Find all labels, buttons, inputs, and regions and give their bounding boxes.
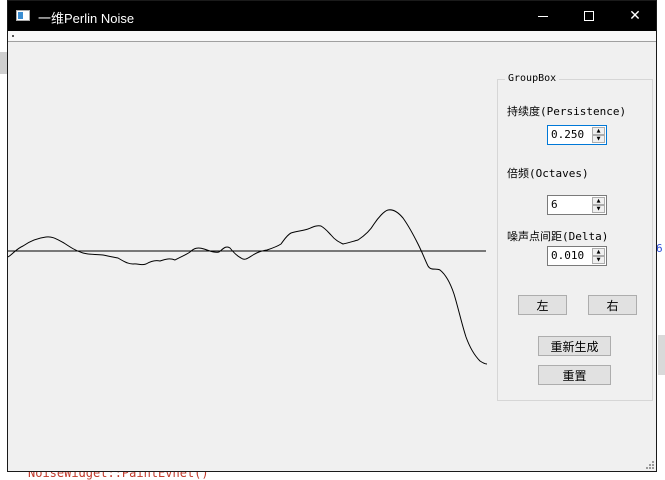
maximize-icon [584,11,594,21]
spin-up-icon[interactable]: ▲ [592,127,605,135]
perlin-noise-window: 一维Perlin Noise ✕ GroupBox 持续度(Persistenc… [7,0,657,472]
octaves-spinbox[interactable]: 6 ▲ ▼ [547,195,607,215]
delta-spinbox[interactable]: 0.010 ▲ ▼ [547,246,607,266]
close-button[interactable]: ✕ [612,1,658,31]
noise-canvas [8,42,496,472]
persistence-value[interactable]: 0.250 [551,128,584,141]
spin-up-icon[interactable]: ▲ [592,248,605,256]
delta-value[interactable]: 0.010 [551,249,584,262]
toolbar-handle [12,35,14,37]
background-window-edge [658,335,665,375]
right-button[interactable]: 右 [588,295,637,315]
minimize-button[interactable] [520,1,566,31]
regenerate-button[interactable]: 重新生成 [538,336,611,356]
left-button[interactable]: 左 [518,295,567,315]
spin-up-icon[interactable]: ▲ [592,197,605,205]
window-title: 一维Perlin Noise [38,11,135,26]
size-grip-icon[interactable] [646,461,654,469]
noise-plot [8,209,488,365]
spin-down-icon[interactable]: ▼ [592,135,605,143]
persistence-spinbox[interactable]: 0.250 ▲ ▼ [547,125,607,145]
spin-down-icon[interactable]: ▼ [592,205,605,213]
reset-button[interactable]: 重置 [538,365,611,385]
persistence-label: 持续度(Persistence) [507,105,627,118]
delta-label: 噪声点间距(Delta) [507,230,609,243]
maximize-button[interactable] [566,1,612,31]
spin-down-icon[interactable]: ▼ [592,256,605,264]
app-icon [16,10,30,21]
noise-curve [8,209,488,365]
octaves-label: 倍频(Octaves) [507,167,589,180]
groupbox-title: GroupBox [505,73,560,84]
close-icon: ✕ [629,8,641,24]
octaves-value[interactable]: 6 [551,198,558,211]
toolbar-strip [8,31,656,42]
minimize-icon [538,15,548,17]
title-bar[interactable]: 一维Perlin Noise ✕ [8,1,656,31]
